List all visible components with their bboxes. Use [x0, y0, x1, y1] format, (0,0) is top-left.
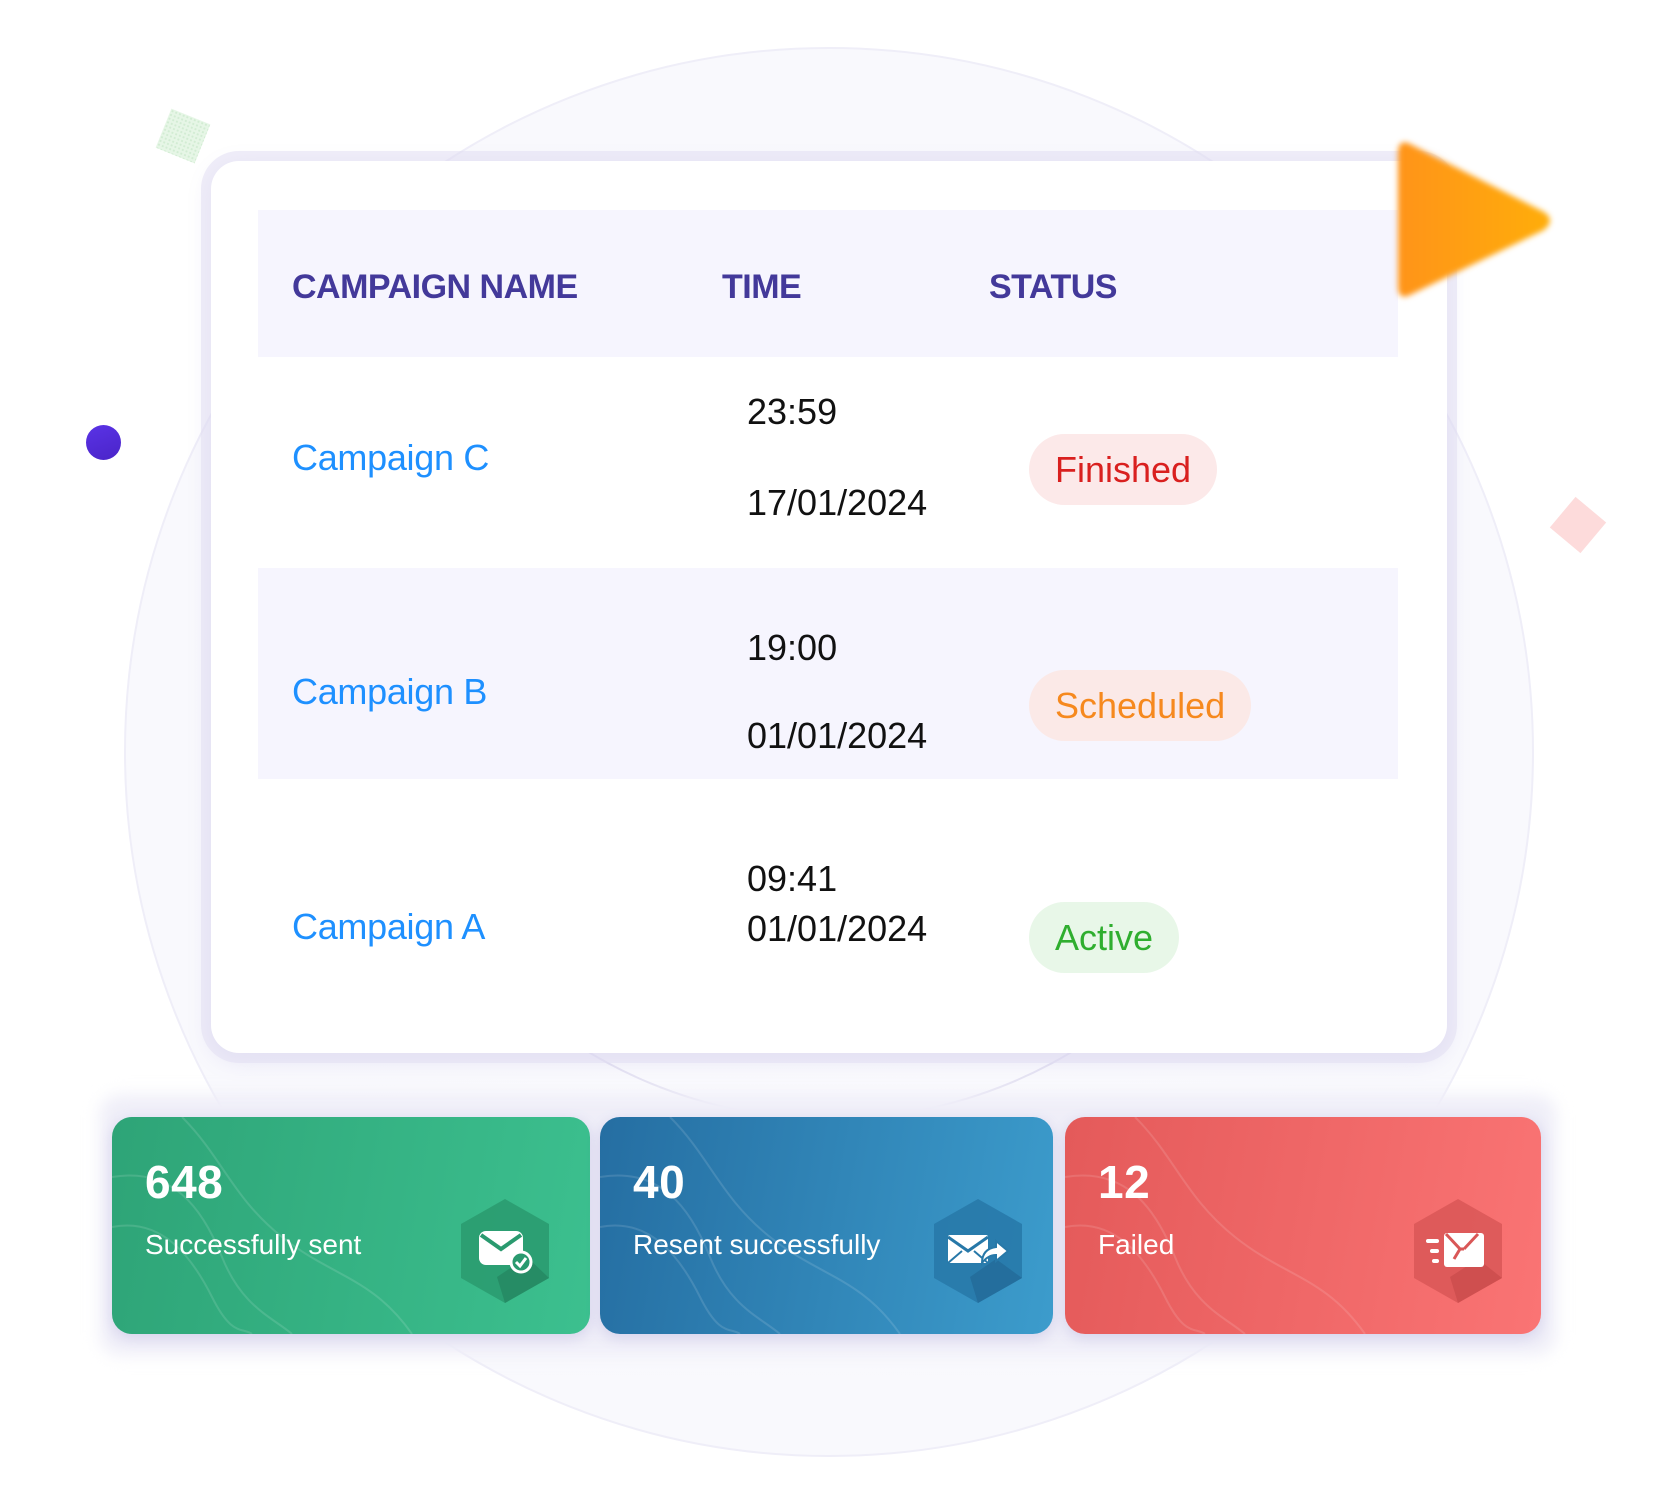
campaign-time: 19:00: [747, 627, 838, 668]
status-badge: Active: [1029, 902, 1180, 973]
stat-value: 12: [1098, 1156, 1151, 1208]
decorative-pink-diamond: [1549, 496, 1607, 554]
campaign-name-link[interactable]: Campaign B: [292, 671, 487, 713]
stat-card-resent-successfully[interactable]: 40 Resent successfully: [600, 1117, 1053, 1334]
mail-forward-icon: [934, 1199, 1022, 1303]
campaign-date: 01/01/2024: [747, 908, 928, 949]
decorative-green-square: [155, 108, 211, 164]
column-header-time[interactable]: TIME: [722, 268, 802, 307]
stat-label: Resent successfully: [633, 1229, 881, 1260]
stat-card-failed[interactable]: 12 Failed: [1065, 1117, 1541, 1334]
column-header-campaign-name[interactable]: CAMPAIGN NAME: [292, 268, 578, 307]
stat-label: Failed: [1098, 1229, 1175, 1260]
campaign-table-card: CAMPAIGN NAME TIME STATUS Campaign C 23:…: [211, 161, 1447, 1053]
campaign-time: 23:59: [747, 391, 838, 432]
table-row[interactable]: Campaign A 09:41 01/01/2024 Active: [258, 778, 1398, 989]
table-row[interactable]: Campaign C 23:59 17/01/2024 Finished: [258, 357, 1398, 568]
table-header: CAMPAIGN NAME TIME STATUS: [258, 210, 1398, 357]
status-badge: Scheduled: [1029, 670, 1252, 741]
stat-value: 40: [633, 1156, 686, 1208]
column-header-status[interactable]: STATUS: [989, 268, 1117, 307]
status-badge: Finished: [1029, 434, 1218, 505]
decorative-play-triangle: [1398, 142, 1550, 297]
decorative-purple-dot: [86, 425, 121, 460]
stat-label: Successfully sent: [145, 1229, 362, 1260]
campaign-date: 01/01/2024: [747, 715, 928, 756]
mail-broken-icon: [1414, 1199, 1502, 1303]
stat-card-successfully-sent[interactable]: 648 Successfully sent: [112, 1117, 590, 1334]
campaign-name-link[interactable]: Campaign A: [292, 906, 485, 948]
campaign-name-link[interactable]: Campaign C: [292, 437, 489, 479]
stat-value: 648: [145, 1156, 224, 1208]
table-row[interactable]: Campaign B 19:00 01/01/2024 Scheduled: [258, 568, 1398, 779]
campaign-time: 09:41: [747, 858, 838, 899]
mail-check-icon: [461, 1199, 549, 1303]
campaign-date: 17/01/2024: [747, 482, 928, 523]
